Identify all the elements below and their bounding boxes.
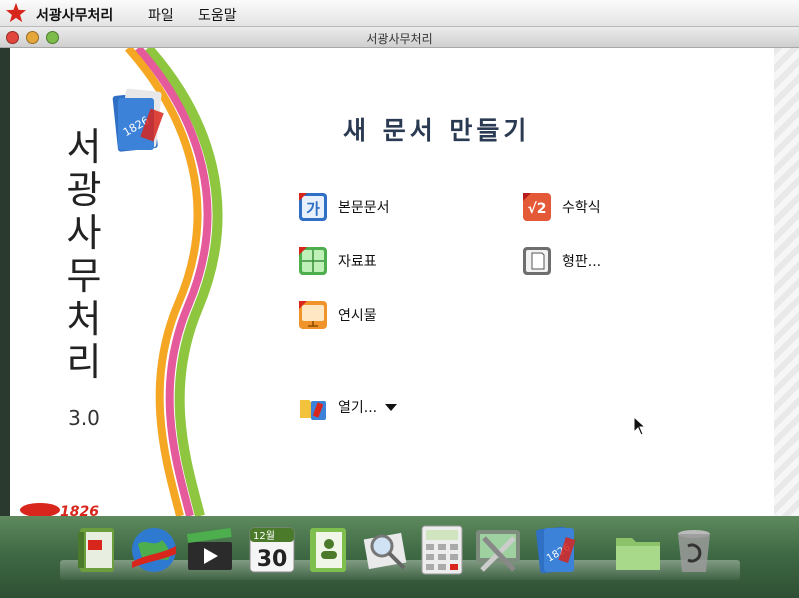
window-title: 서광사무처리 <box>366 32 433 46</box>
brand-vertical-title: 서 광 사 무 처 리 <box>54 126 114 384</box>
brand-char: 무 <box>66 254 102 298</box>
folder-icon[interactable] <box>612 524 664 576</box>
presentation-label: 연시물 <box>338 308 377 324</box>
open-file-button[interactable]: 열기... <box>298 392 398 422</box>
brand-char: 서 <box>66 125 102 169</box>
open-folder-icon <box>300 400 326 420</box>
open-file-label: 열기... <box>338 400 378 416</box>
brand-char: 광 <box>66 168 102 212</box>
brand-swoosh-graphic: 1826 1826 <box>20 48 230 516</box>
window-edge-pattern <box>774 48 799 516</box>
new-math-formula-option[interactable]: √2 수학식 <box>522 192 601 222</box>
text-document-label: 본문문서 <box>338 200 390 216</box>
templates-option[interactable]: 형판... <box>522 246 601 276</box>
office-logo-icon: 1826 <box>112 88 164 152</box>
trash-icon[interactable] <box>668 524 720 576</box>
math-formula-icon: √2 <box>523 193 551 221</box>
address-book-icon[interactable] <box>74 524 126 576</box>
mouse-pointer-icon <box>633 416 647 436</box>
contacts-book-icon[interactable] <box>302 524 354 576</box>
text-document-icon: 가 <box>299 193 327 221</box>
spreadsheet-icon <box>299 247 327 275</box>
menu-help[interactable]: 도움말 <box>198 5 237 25</box>
menu-app-name[interactable]: 서광사무처리 <box>36 5 113 25</box>
brand-char: 사 <box>66 211 102 255</box>
new-text-document-option[interactable]: 가 본문문서 <box>298 192 390 222</box>
menu-file[interactable]: 파일 <box>148 5 174 25</box>
svg-text:√2: √2 <box>527 201 546 217</box>
template-icon <box>523 247 551 275</box>
image-viewer-icon[interactable] <box>360 524 412 576</box>
new-spreadsheet-option[interactable]: 자료표 <box>298 246 377 276</box>
brand-panel: 1826 1826 서 광 사 무 처 리 3.0 <box>10 48 230 516</box>
brand-char: 리 <box>66 340 102 384</box>
calendar-month-text: 12월 <box>253 530 275 542</box>
menu-bar: 서광사무처리 파일 도움말 <box>0 0 799 27</box>
office-suite-icon[interactable]: 1826 <box>530 524 582 576</box>
presentation-icon <box>299 301 327 329</box>
settings-tools-icon[interactable] <box>472 524 524 576</box>
spreadsheet-label: 자료표 <box>338 254 377 270</box>
video-clapper-icon[interactable] <box>184 524 236 576</box>
new-presentation-option[interactable]: 연시물 <box>298 300 377 330</box>
globe-browser-icon[interactable] <box>128 524 180 576</box>
calendar-icon[interactable]: 12월 30 <box>246 524 298 576</box>
star-logo-icon[interactable] <box>5 2 27 24</box>
page-heading: 새 문서 만들기 <box>343 116 531 145</box>
svg-text:1826: 1826 <box>60 504 99 516</box>
calendar-day-text: 30 <box>257 547 288 572</box>
svg-text:가: 가 <box>306 200 320 218</box>
window-titlebar[interactable]: 서광사무처리 <box>0 27 799 48</box>
brand-char: 처 <box>66 297 102 341</box>
start-center-window: 1826 1826 서 광 사 무 처 리 3.0 새 문서 만들기 가 본문문… <box>10 48 774 516</box>
math-formula-label: 수학식 <box>562 200 601 216</box>
calculator-icon[interactable] <box>416 524 468 576</box>
version-label: 3.0 <box>68 406 100 430</box>
dropdown-caret-icon[interactable] <box>385 403 398 411</box>
templates-label: 형판... <box>562 254 602 270</box>
